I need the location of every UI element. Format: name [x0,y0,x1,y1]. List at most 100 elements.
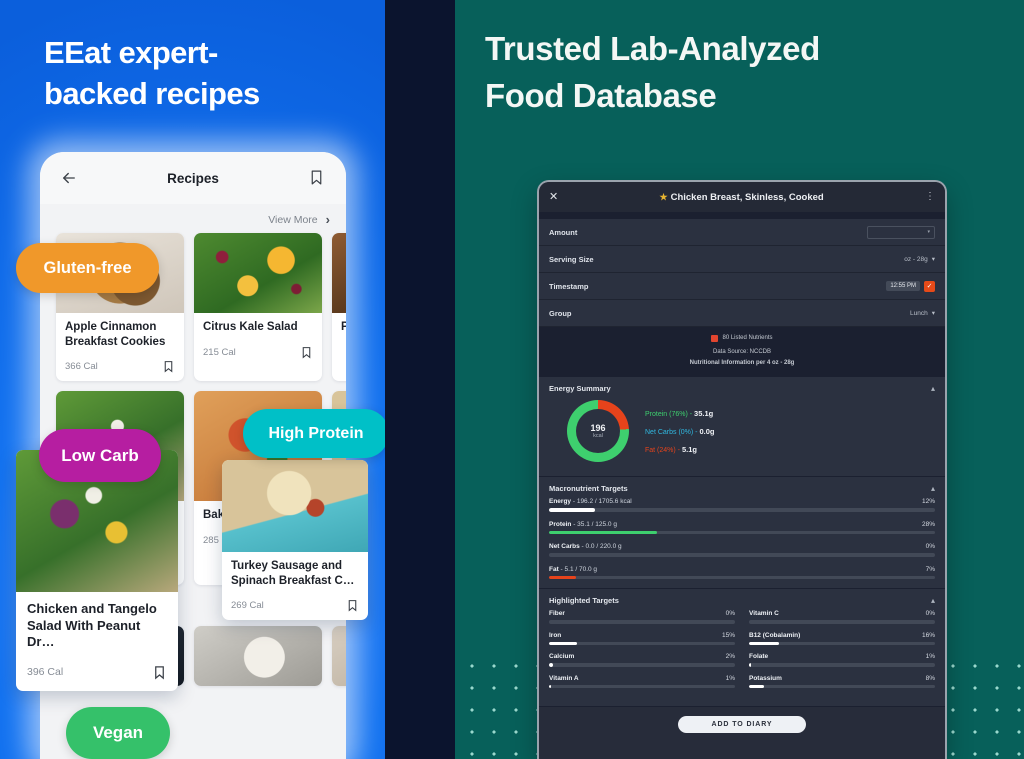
kebab-menu-icon[interactable]: ⋮ [925,192,935,202]
progress-bar [549,553,935,557]
legend-value: 5.1g [681,444,697,454]
app-footer: ADD TO DIARY [539,707,945,744]
recipe-image [332,233,346,313]
featured-recipe-card[interactable]: Chicken and Tangelo Salad With Peanut Dr… [16,450,178,691]
chevron-right-icon: › [325,212,330,227]
highlighted-target-row: Calcium 2% [549,653,735,667]
macro-targets-header[interactable]: Macronutrient Targets ▴ [539,477,945,498]
macro-target-label: Energy - 196.2 / 1705.6 kcal [549,498,632,506]
amount-input[interactable]: ▾ [867,225,935,239]
highlighted-target-row: Vitamin A 1% [549,675,735,689]
left-panel: EEat expert-backed recipes Recipes View … [0,0,385,759]
recipe-name: Turkey Sausage and Spinach Breakfast C… [231,560,355,587]
highlighted-target-percent: 2% [725,653,735,661]
pill-label: Low Carb [61,445,139,465]
energy-donut-chart: 196 kcal [567,400,629,463]
recipe-card[interactable]: Prote… Over… [332,233,346,382]
macro-target-label: Fat - 5.1 / 70.0 g [549,565,598,573]
tag-pill-low-carb[interactable]: Low Carb [39,429,161,482]
group-value: Lunch [910,309,928,317]
highlighted-target-percent: 15% [721,631,735,639]
macro-target-percent: 12% [921,498,935,506]
bookmark-icon[interactable] [162,360,175,373]
legend-value: 0.0g [699,426,715,436]
add-to-diary-button[interactable]: ADD TO DIARY [677,716,807,734]
recipe-image [194,625,322,686]
highlighted-target-label: Folate [749,653,769,661]
macro-target-percent: 7% [925,565,935,573]
field-row-serving-size[interactable]: Serving Size oz - 28g ▾ [539,246,945,273]
energy-summary-section: Energy Summary ▴ 196 kcal Protein (76%) … [539,377,945,478]
macro-target-row: Protein - 35.1 / 125.0 g 28% [539,521,945,544]
chevron-down-icon: ▾ [931,256,935,263]
right-headline: Trusted Lab-Analyzed Food Database [485,30,820,114]
highlighted-target-label: Vitamin A [549,674,579,682]
field-row-amount[interactable]: Amount ▾ [539,219,945,246]
tag-pill-vegan[interactable]: Vegan [66,707,170,759]
progress-bar [549,530,935,535]
view-more-link-top[interactable]: View More › [268,212,330,227]
field-row-timestamp[interactable]: Timestamp 12:55 PM ✓ [539,273,945,300]
close-icon[interactable]: ✕ [549,191,558,203]
legend-item-net-carbs: Net Carbs (0%) - 0.0g [645,427,714,436]
chevron-up-icon[interactable]: ▴ [931,384,935,393]
chevron-up-icon[interactable]: ▴ [931,484,935,493]
highlighted-target-row: Fiber 0% [549,610,735,624]
meta-block: 80 Listed Nutrients Data Source: NCCDB N… [539,327,945,378]
left-headline: EEat expert-backed recipes [44,35,260,112]
donut-kcal-unit: kcal [593,433,603,440]
recipe-card[interactable]: Citrus Kale Salad 215 Cal [194,233,322,382]
recipe-name: Prote… Over… [341,321,346,333]
recipe-image [332,625,346,686]
legend-label: Net Carbs (0%) - [645,428,700,436]
promo-banner: EEat expert-backed recipes Recipes View … [0,0,1024,759]
bookmark-icon[interactable] [346,599,359,612]
bookmark-icon[interactable] [308,169,326,187]
highlighted-target-percent: 0% [925,610,935,618]
checkmark-icon[interactable]: ✓ [924,280,935,292]
recipe-image [222,460,368,552]
progress-bar [549,620,735,624]
bookmark-icon[interactable] [300,346,313,359]
tag-pill-high-protein[interactable]: High Protein [243,409,385,458]
pill-label: Gluten-free [43,258,132,277]
food-title: ★ Chicken Breast, Skinless, Cooked [660,192,824,203]
timestamp-controls[interactable]: 12:55 PM ✓ [886,280,935,292]
energy-summary-header[interactable]: Energy Summary ▴ [539,377,945,398]
macro-target-percent: 0% [925,543,935,551]
tag-pill-gluten-free[interactable]: Gluten-free [16,243,159,293]
bookmark-icon[interactable] [152,665,167,680]
food-title-label: Chicken Breast, Skinless, Cooked [670,191,824,203]
header-strip [539,212,945,219]
timestamp-value[interactable]: 12:55 PM [886,281,920,291]
chevron-up-icon[interactable]: ▴ [931,596,935,605]
macro-target-label: Net Carbs - 0.0 / 220.0 g [549,543,622,551]
group-select[interactable]: Lunch ▾ [910,309,935,318]
featured-recipe-card[interactable]: Turkey Sausage and Spinach Breakfast C… … [222,460,368,621]
star-icon[interactable]: ★ [660,192,668,203]
right-panel: Trusted Lab-Analyzed Food Database ✕ ★ Ch… [455,0,1024,759]
macro-target-row: Net Carbs - 0.0 / 220.0 g 0% [539,543,945,566]
recipe-card[interactable] [194,625,322,686]
field-row-group[interactable]: Group Lunch ▾ [539,300,945,327]
highlighted-targets-header[interactable]: Highlighted Targets ▴ [539,589,945,610]
serving-size-select[interactable]: oz - 28g ▾ [904,255,935,264]
progress-bar [549,508,935,512]
progress-bar [749,663,935,667]
app-header: ✕ ★ Chicken Breast, Skinless, Cooked ⋮ [539,182,945,212]
pill-label: Vegan [92,723,144,742]
recipe-name: Apple Cinnamon Breakfast Cookies [65,321,166,348]
panel-divider [385,0,455,759]
recipe-card[interactable] [332,625,346,686]
progress-bar [749,620,935,624]
back-arrow-icon[interactable] [60,169,78,187]
highlighted-target-percent: 8% [925,674,935,682]
phone-topbar: Recipes [40,152,346,204]
tablet-mockup: ✕ ★ Chicken Breast, Skinless, Cooked ⋮ A… [537,180,947,759]
progress-bar [549,684,735,689]
legend-label: Fat (24%) - [645,446,682,454]
field-label: Group [549,308,572,318]
highlighted-target-label: Potassium [749,674,782,682]
highlighted-target-percent: 0% [725,610,735,618]
macro-target-percent: 28% [921,520,935,528]
